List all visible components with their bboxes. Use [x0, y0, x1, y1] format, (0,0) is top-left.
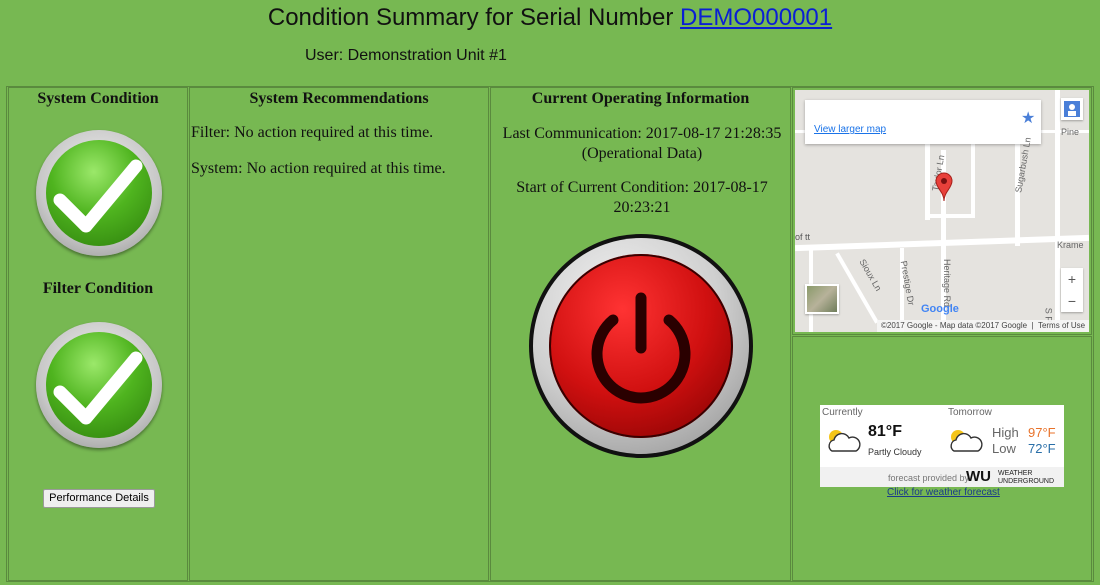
- zoom-in-button[interactable]: +: [1061, 268, 1083, 290]
- condition-column: System Condition Filter Condition Perfor…: [8, 87, 188, 581]
- system-condition-heading: System Condition: [37, 90, 159, 107]
- recommendations-column: System Recommendations Filter: No action…: [189, 87, 489, 581]
- zoom-control: + −: [1061, 268, 1083, 312]
- recommendations-heading: System Recommendations: [249, 90, 429, 107]
- provider-name: WEATHER UNDERGROUND: [998, 470, 1054, 485]
- partly-cloudy-icon: [828, 430, 861, 452]
- condition-start: Start of Current Condition: 2017-08-17 2…: [516, 179, 768, 216]
- map-cell: View larger map ★ Pine Taylor Ln Sugarbu…: [792, 87, 1092, 335]
- user-label: User: Demonstration Unit #1: [305, 47, 507, 64]
- street-label: Pine: [1061, 127, 1080, 137]
- street-view-icon[interactable]: [1061, 98, 1083, 120]
- weather-cell: Currently Tomorrow 81°F Partly Cloudy Hi…: [792, 336, 1092, 581]
- page-title: Condition Summary for Serial Number DEMO…: [0, 4, 1100, 32]
- operating-heading: Current Operating Information: [531, 90, 750, 107]
- street-label: Krame: [1057, 240, 1084, 250]
- title-prefix: Condition Summary for Serial Number: [267, 4, 674, 31]
- attribution-text: ©2017 Google - Map data ©2017 Google: [881, 321, 1028, 330]
- serial-number-link[interactable]: DEMO000001: [680, 4, 832, 31]
- power-status-icon: [529, 234, 753, 458]
- map-attribution: ©2017 Google - Map data ©2017 Google | T…: [877, 320, 1089, 332]
- tomorrow-partly-cloudy-icon: [950, 430, 983, 452]
- location-map[interactable]: View larger map ★ Pine Taylor Ln Sugarbu…: [795, 90, 1089, 332]
- low-label: Low: [992, 441, 1016, 456]
- current-temp: 81°F: [868, 423, 902, 440]
- filter-condition-heading: Filter Condition: [42, 280, 154, 297]
- weather-widget[interactable]: Currently Tomorrow 81°F Partly Cloudy Hi…: [820, 405, 1064, 487]
- street-label: Heritage Rd: [942, 258, 953, 308]
- low-temp: 72°F: [1028, 441, 1056, 456]
- operating-column: Current Operating Information Last Commu…: [490, 87, 791, 581]
- google-logo: Google: [921, 303, 959, 315]
- street-label: Sioux Ln: [857, 257, 884, 293]
- location-pin-icon[interactable]: [935, 172, 953, 202]
- map-info-card: View larger map ★: [805, 100, 1041, 144]
- high-temp: 97°F: [1028, 425, 1056, 440]
- weather-provider-bar: forecast provided by WU WEATHER UNDERGRO…: [820, 467, 1064, 487]
- high-label: High: [992, 425, 1019, 440]
- save-star-icon[interactable]: ★: [1021, 108, 1035, 128]
- weather-forecast-link[interactable]: Click for weather forecast: [887, 487, 1000, 498]
- system-ok-check-icon: [36, 130, 162, 256]
- provided-by-label: forecast provided by: [888, 473, 970, 483]
- zoom-out-button[interactable]: −: [1061, 290, 1083, 312]
- wu-logo: WU: [966, 468, 991, 485]
- filter-recommendation: Filter: No action required at this time.: [191, 124, 434, 141]
- currently-label: Currently: [822, 407, 863, 418]
- system-recommendation: System: No action required at this time.: [191, 160, 446, 177]
- current-conditions: Partly Cloudy: [868, 447, 922, 457]
- last-communication: Last Communication: 2017-08-17 21:28:35 …: [502, 125, 782, 162]
- tomorrow-label: Tomorrow: [948, 407, 992, 418]
- satellite-toggle[interactable]: [805, 284, 839, 314]
- filter-ok-check-icon: [36, 322, 162, 448]
- performance-details-button[interactable]: Performance Details: [43, 489, 155, 508]
- terms-link[interactable]: Terms of Use: [1038, 321, 1085, 330]
- place-label: of tt: [795, 232, 811, 242]
- summary-table: System Condition Filter Condition Perfor…: [6, 86, 1094, 582]
- view-larger-map-link[interactable]: View larger map: [814, 124, 886, 135]
